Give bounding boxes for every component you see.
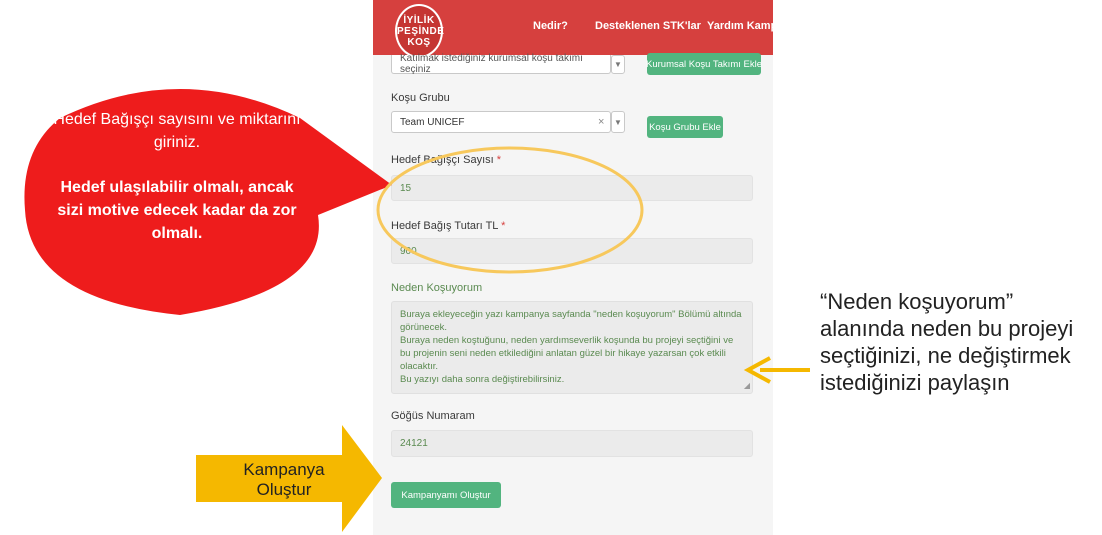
right-note: “Neden koşuyorum” alanında neden bu proj…	[820, 289, 1074, 395]
bubble-line-2: Hedef ulaşılabilir olmalı, ancak sizi mo…	[57, 179, 297, 242]
bubble-line-1: Hedef Bağışçı sayısını ve miktarını giri…	[53, 111, 301, 151]
annotation-overlay	[24, 89, 810, 532]
bubble-text: Hedef Bağışçı sayısını ve miktarını giri…	[52, 108, 302, 245]
arrow-label: Kampanya Oluştur	[243, 460, 325, 499]
highlight-ellipse	[376, 146, 644, 274]
